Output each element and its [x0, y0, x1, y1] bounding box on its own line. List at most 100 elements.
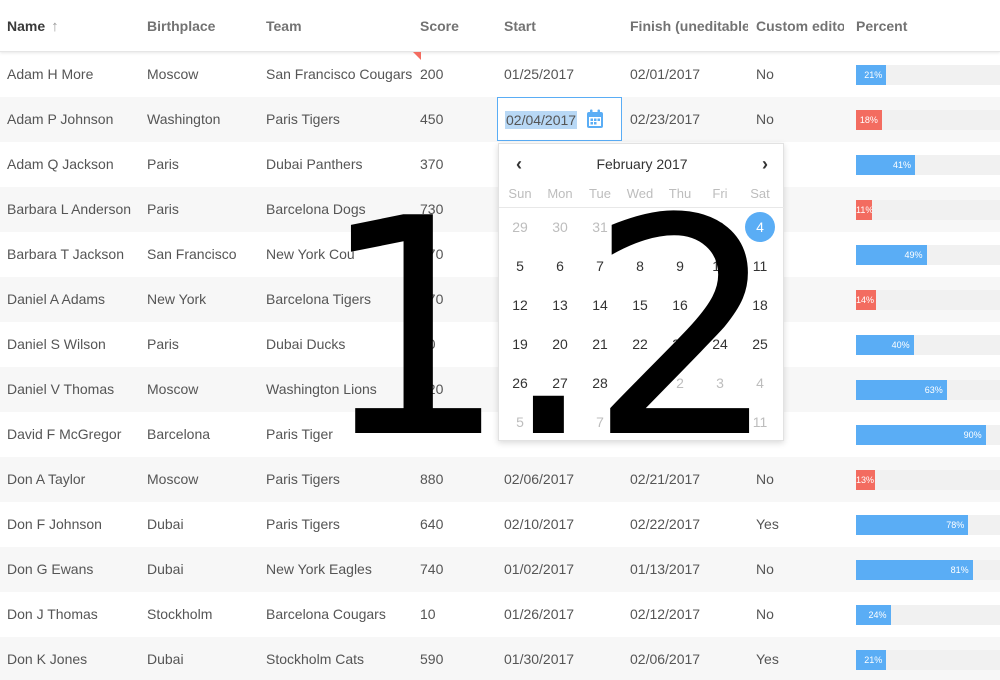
percent-bar-fill: 63% [856, 380, 947, 400]
percent-bar-fill: 49% [856, 245, 927, 265]
cell-custom[interactable]: No [756, 547, 844, 592]
cell-birthplace[interactable]: Moscow [147, 52, 259, 97]
sort-arrow-up-icon: ↑ [51, 18, 59, 35]
cell-team[interactable]: San Francisco Cougars [266, 52, 414, 97]
version-overlay-text: 1.2 [318, 155, 779, 504]
percent-bar-fill: 40% [856, 335, 914, 355]
percent-bar-fill: 14% [856, 290, 877, 310]
percent-bar: 21% [856, 65, 1000, 85]
cell-name[interactable]: Adam Q Jackson [7, 142, 142, 187]
percent-bar: 63% [856, 380, 1000, 400]
percent-bar: 90% [856, 425, 1000, 445]
cell-name[interactable]: Daniel V Thomas [7, 367, 142, 412]
percent-bar: 41% [856, 155, 1000, 175]
percent-bar: 40% [856, 335, 1000, 355]
edited-cell-marker [413, 52, 421, 60]
cell-birthplace[interactable]: Paris [147, 187, 259, 232]
percent-bar-fill: 81% [856, 560, 973, 580]
percent-bar-fill: 90% [856, 425, 986, 445]
column-header-percent[interactable]: Percent [856, 0, 1000, 52]
percent-bar: 18% [856, 110, 1000, 130]
percent-bar-fill: 21% [856, 650, 887, 670]
cell-finish[interactable]: 02/01/2017 [630, 52, 748, 97]
table-row[interactable]: Don J Thomas Stockholm Barcelona Cougars 10… [0, 592, 1000, 637]
cell-birthplace[interactable]: Paris [147, 322, 259, 367]
cell-team[interactable]: Paris Tigers [266, 97, 414, 142]
cell-custom[interactable]: No [756, 592, 844, 637]
cell-start[interactable]: 01/30/2017 [504, 637, 624, 680]
cell-name[interactable]: Daniel S Wilson [7, 322, 142, 367]
cell-name[interactable]: Don K Jones [7, 637, 142, 680]
percent-bar: 14% [856, 290, 1000, 310]
cell-start[interactable]: 01/02/2017 [504, 547, 624, 592]
column-header-birthplace[interactable]: Birthplace [147, 0, 259, 52]
percent-bar: 24% [856, 605, 1000, 625]
cell-name[interactable]: Adam H More [7, 52, 142, 97]
cell-start[interactable]: 01/26/2017 [504, 592, 624, 637]
cell-finish[interactable]: 02/23/2017 [630, 97, 748, 142]
cell-birthplace[interactable]: Moscow [147, 367, 259, 412]
percent-bar: 81% [856, 560, 1000, 580]
cell-custom[interactable]: No [756, 97, 844, 142]
cell-custom[interactable]: Yes [756, 502, 844, 547]
cell-name[interactable]: Barbara L Anderson [7, 187, 142, 232]
cell-birthplace[interactable]: Dubai [147, 637, 259, 680]
cell-score[interactable]: 590 [420, 637, 498, 680]
table-row[interactable]: Adam H More Moscow San Francisco Cougars 20… [0, 52, 1000, 97]
cell-score[interactable]: 450 [420, 97, 498, 142]
table-row[interactable]: Don G Ewans Dubai New York Eagles 740 01/02/… [0, 547, 1000, 592]
percent-bar: 11% [856, 200, 1000, 220]
cell-custom[interactable]: No [756, 52, 844, 97]
cell-birthplace[interactable]: San Francisco [147, 232, 259, 277]
cell-birthplace[interactable]: Washington [147, 97, 259, 142]
cell-finish[interactable]: 01/13/2017 [630, 547, 748, 592]
cell-score[interactable]: 200 [420, 52, 498, 97]
cell-score[interactable]: 10 [420, 592, 498, 637]
cell-name[interactable]: Adam P Johnson [7, 97, 142, 142]
cell-team[interactable]: Stockholm Cats [266, 637, 414, 680]
table-row[interactable]: Don F Johnson Dubai Paris Tigers 640 02/10/2… [0, 502, 1000, 547]
percent-bar-fill: 24% [856, 605, 891, 625]
column-header-score[interactable]: Score [420, 0, 498, 52]
start-date-input[interactable]: 02/04/2017 [505, 111, 578, 129]
cell-birthplace[interactable]: Dubai [147, 547, 259, 592]
percent-bar-fill: 78% [856, 515, 969, 535]
column-header-finish[interactable]: Finish (uneditable [630, 0, 748, 52]
cell-score[interactable]: 740 [420, 547, 498, 592]
cell-team[interactable]: New York Eagles [266, 547, 414, 592]
column-header-start[interactable]: Start [504, 0, 624, 52]
cell-team[interactable]: Paris Tigers [266, 502, 414, 547]
column-header-team[interactable]: Team [266, 0, 414, 52]
cell-start[interactable]: 02/10/2017 [504, 502, 624, 547]
cell-name[interactable]: Don J Thomas [7, 592, 142, 637]
column-header-name[interactable]: Name ↑ [7, 0, 142, 52]
percent-bar-fill: 13% [856, 470, 875, 490]
percent-bar-fill: 11% [856, 200, 872, 220]
cell-custom[interactable]: Yes [756, 637, 844, 680]
cell-name[interactable]: Barbara T Jackson [7, 232, 142, 277]
percent-bar-fill: 18% [856, 110, 882, 130]
table-row[interactable]: Don K Jones Dubai Stockholm Cats 590 01/30/2… [0, 637, 1000, 680]
cell-score[interactable]: 640 [420, 502, 498, 547]
percent-bar: 78% [856, 515, 1000, 535]
start-date-editor[interactable]: 02/04/2017 [497, 97, 622, 141]
calendar-icon[interactable] [586, 109, 604, 129]
cell-name[interactable]: Don A Taylor [7, 457, 142, 502]
percent-bar: 13% [856, 470, 1000, 490]
cell-start[interactable]: 01/25/2017 [504, 52, 624, 97]
cell-finish[interactable]: 02/22/2017 [630, 502, 748, 547]
cell-birthplace[interactable]: Stockholm [147, 592, 259, 637]
cell-finish[interactable]: 02/06/2017 [630, 637, 748, 680]
cell-birthplace[interactable]: New York [147, 277, 259, 322]
cell-birthplace[interactable]: Moscow [147, 457, 259, 502]
cell-birthplace[interactable]: Barcelona [147, 412, 259, 457]
column-header-custom-editor[interactable]: Custom editor [756, 0, 844, 52]
cell-birthplace[interactable]: Paris [147, 142, 259, 187]
cell-name[interactable]: Daniel A Adams [7, 277, 142, 322]
cell-name[interactable]: Don G Ewans [7, 547, 142, 592]
cell-team[interactable]: Barcelona Cougars [266, 592, 414, 637]
cell-finish[interactable]: 02/12/2017 [630, 592, 748, 637]
cell-birthplace[interactable]: Dubai [147, 502, 259, 547]
cell-name[interactable]: Don F Johnson [7, 502, 142, 547]
cell-name[interactable]: David F McGregor [7, 412, 142, 457]
